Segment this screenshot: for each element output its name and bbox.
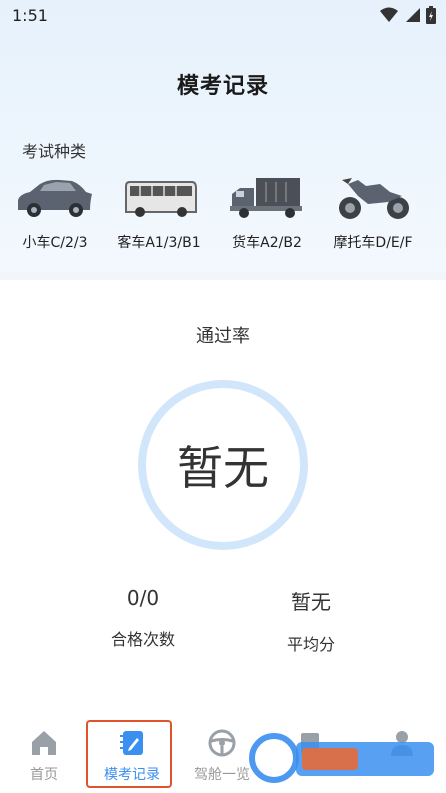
stat-passed-label: 合格次数 <box>110 630 175 649</box>
status-icons <box>380 6 436 24</box>
exam-type-label: 考试种类 <box>22 142 87 161</box>
exam-type-label-car: 小车C/2/3 <box>22 235 88 251</box>
pass-rate-title: 通过率 <box>196 326 250 347</box>
exam-type-truck[interactable]: 货车A2/B2 <box>212 172 322 262</box>
exam-type-label-truck: 货车A2/B2 <box>232 235 302 251</box>
wifi-icon <box>380 7 398 22</box>
status-time: 1:51 <box>12 6 48 25</box>
section-divider <box>0 272 446 280</box>
truck-icon <box>230 178 302 218</box>
active-tab-highlight <box>86 720 172 788</box>
stat-passed-value: 0/0 <box>126 586 160 610</box>
exam-type-car[interactable]: 小车C/2/3 <box>0 172 110 262</box>
stat-average-value: 暂无 <box>291 590 331 614</box>
steering-wheel-icon <box>208 729 236 757</box>
tab-home-label: 首页 <box>30 767 58 783</box>
page-title: 模考记录 <box>176 74 269 99</box>
signal-icon <box>406 8 420 22</box>
motorcycle-icon <box>339 178 409 219</box>
stat-passed: 0/0 合格次数 <box>68 586 218 650</box>
pass-rate-value: 暂无 <box>177 441 269 495</box>
exam-type-motorcycle[interactable]: 摩托车D/E/F <box>318 172 428 262</box>
watermark-logo <box>249 733 434 783</box>
exam-type-list: 小车C/2/3 客车A1/3/B1 货车A2/B2 摩托车D/E/F <box>0 172 446 262</box>
battery-icon <box>426 6 436 24</box>
car-icon <box>18 179 92 217</box>
stat-average-label: 平均分 <box>286 635 335 654</box>
status-bar: 1:51 <box>0 0 446 32</box>
tab-home[interactable]: 首页 <box>0 720 88 793</box>
bus-icon <box>125 181 197 217</box>
home-icon <box>32 731 56 755</box>
exam-type-label-bus: 客车A1/3/B1 <box>117 235 201 251</box>
exam-type-bus[interactable]: 客车A1/3/B1 <box>104 172 214 262</box>
stat-average: 暂无 平均分 <box>236 586 386 655</box>
exam-type-label-motorcycle: 摩托车D/E/F <box>333 235 413 251</box>
